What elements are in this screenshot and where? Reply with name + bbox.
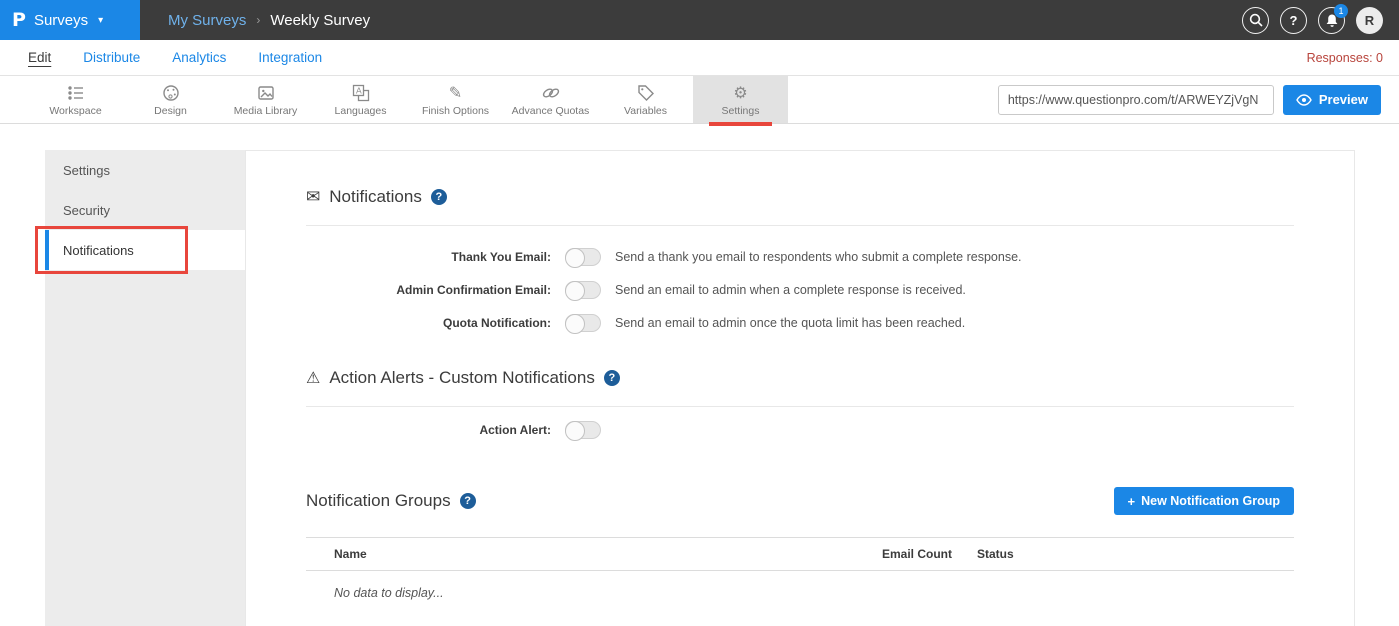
settings-content: Settings Security Notifications Notifica… — [0, 150, 1399, 626]
palette-icon — [162, 83, 180, 103]
pencil-icon: ✎ — [449, 83, 462, 103]
settings-sidebar: Settings Security Notifications — [45, 150, 245, 626]
column-header-status: Status — [977, 547, 1294, 561]
new-group-button-label: New Notification Group — [1141, 494, 1280, 508]
help-icon[interactable] — [460, 493, 476, 509]
toolbar-item-workspace[interactable]: Workspace — [28, 76, 123, 123]
responses-count[interactable]: Responses: 0 — [1307, 51, 1383, 65]
toolbar-item-languages[interactable]: A Languages — [313, 76, 408, 123]
column-header-email-count: Email Count — [882, 547, 977, 561]
search-icon — [1249, 13, 1263, 27]
tab-edit[interactable]: Edit — [28, 50, 51, 65]
toolbar-item-label: Settings — [722, 105, 760, 117]
toolbar-item-label: Variables — [624, 105, 667, 117]
question-mark-icon: ? — [1290, 13, 1298, 28]
notifications-button[interactable]: 1 — [1318, 7, 1345, 34]
preview-button-label: Preview — [1319, 92, 1368, 107]
envelope-icon — [306, 189, 320, 206]
section-divider — [306, 406, 1294, 407]
section-title: Notifications — [329, 187, 422, 207]
workspace-list-icon — [67, 83, 85, 103]
setting-label: Quota Notification: — [306, 316, 551, 330]
breadcrumb-my-surveys[interactable]: My Surveys — [168, 12, 246, 29]
gear-icon: ⚙ — [733, 83, 747, 103]
thank-you-email-row: Thank You Email: Send a thank you email … — [306, 248, 1294, 266]
notifications-section-header: Notifications — [306, 185, 1294, 209]
setting-description: Send a thank you email to respondents wh… — [615, 250, 1022, 264]
translate-icon: A — [352, 83, 370, 103]
toolbar-item-label: Languages — [335, 105, 387, 117]
toolbar-item-settings[interactable]: ⚙ Settings — [693, 76, 788, 123]
section-title: Notification Groups — [306, 491, 451, 511]
action-alert-row: Action Alert: — [306, 421, 1294, 439]
main-nav: Edit Distribute Analytics Integration Re… — [0, 40, 1399, 76]
setting-label: Thank You Email: — [306, 250, 551, 264]
topbar: P Surveys My Surveys Weekly Survey ? 1 R — [0, 0, 1399, 40]
toolbar-item-design[interactable]: Design — [123, 76, 218, 123]
chevron-down-icon — [98, 15, 103, 26]
notification-groups-table: Name Email Count Status No data to displ… — [306, 537, 1294, 600]
toolbar-item-label: Workspace — [49, 105, 101, 117]
search-button[interactable] — [1242, 7, 1269, 34]
notification-count-badge: 1 — [1334, 4, 1348, 18]
setting-description: Send an email to admin once the quota li… — [615, 316, 965, 330]
breadcrumb: My Surveys Weekly Survey — [168, 12, 370, 29]
breadcrumb-current-survey: Weekly Survey — [270, 12, 370, 29]
tab-integration[interactable]: Integration — [258, 50, 322, 65]
help-icon[interactable] — [604, 370, 620, 386]
toolbar-item-label: Media Library — [234, 105, 298, 117]
setting-description: Send an email to admin when a complete r… — [615, 283, 966, 297]
toolbar-item-media-library[interactable]: Media Library — [218, 76, 313, 123]
help-icon[interactable] — [431, 189, 447, 205]
toolbar-item-label: Design — [154, 105, 187, 117]
table-header-row: Name Email Count Status — [306, 537, 1294, 571]
tab-analytics[interactable]: Analytics — [172, 50, 226, 65]
notifications-panel: Notifications Thank You Email: Send a th… — [245, 150, 1355, 626]
questionpro-logo-icon: P — [12, 9, 26, 31]
quota-notification-row: Quota Notification: Send an email to adm… — [306, 314, 1294, 332]
tag-icon — [637, 83, 655, 103]
product-menu-label: Surveys — [34, 12, 88, 29]
action-alert-toggle[interactable] — [565, 421, 601, 439]
toolbar-item-label: Finish Options — [422, 105, 489, 117]
section-divider — [306, 225, 1294, 226]
sidebar-item-settings[interactable]: Settings — [45, 150, 245, 190]
avatar[interactable]: R — [1356, 7, 1383, 34]
new-notification-group-button[interactable]: New Notification Group — [1114, 487, 1294, 515]
toolbar-right: Preview — [998, 76, 1399, 123]
eye-icon — [1296, 94, 1312, 106]
thank-you-email-toggle[interactable] — [565, 248, 601, 266]
preview-button[interactable]: Preview — [1283, 85, 1381, 115]
column-header-name: Name — [334, 547, 882, 561]
action-alerts-section-header: Action Alerts - Custom Notifications — [306, 366, 1294, 390]
svg-text:A: A — [356, 85, 362, 95]
chain-links-icon — [541, 83, 561, 103]
edit-toolbar: Workspace Design Media Library A Languag… — [0, 76, 1399, 124]
toolbar-item-variables[interactable]: Variables — [598, 76, 693, 123]
toolbar-item-advance-quotas[interactable]: Advance Quotas — [503, 76, 598, 123]
setting-label: Admin Confirmation Email: — [306, 283, 551, 297]
topbar-actions: ? 1 R — [1242, 7, 1399, 34]
tab-distribute[interactable]: Distribute — [83, 50, 140, 65]
warning-triangle-icon — [306, 370, 320, 387]
image-icon — [257, 83, 275, 103]
annotation-settings-underline — [709, 122, 772, 126]
sidebar-item-notifications[interactable]: Notifications — [45, 230, 245, 270]
notification-groups-header: Notification Groups New Notification Gro… — [306, 487, 1294, 515]
product-menu[interactable]: P Surveys — [0, 0, 140, 40]
survey-url-input[interactable] — [998, 85, 1274, 115]
quota-notification-toggle[interactable] — [565, 314, 601, 332]
section-title: Action Alerts - Custom Notifications — [329, 368, 594, 388]
sidebar-item-security[interactable]: Security — [45, 190, 245, 230]
admin-confirmation-email-row: Admin Confirmation Email: Send an email … — [306, 281, 1294, 299]
setting-label: Action Alert: — [306, 423, 551, 437]
help-button[interactable]: ? — [1280, 7, 1307, 34]
plus-icon — [1128, 494, 1136, 509]
table-empty-message: No data to display... — [306, 571, 1294, 600]
breadcrumb-separator-icon — [256, 13, 260, 27]
toolbar-item-label: Advance Quotas — [512, 105, 590, 117]
toolbar-item-finish-options[interactable]: ✎ Finish Options — [408, 76, 503, 123]
admin-confirmation-email-toggle[interactable] — [565, 281, 601, 299]
